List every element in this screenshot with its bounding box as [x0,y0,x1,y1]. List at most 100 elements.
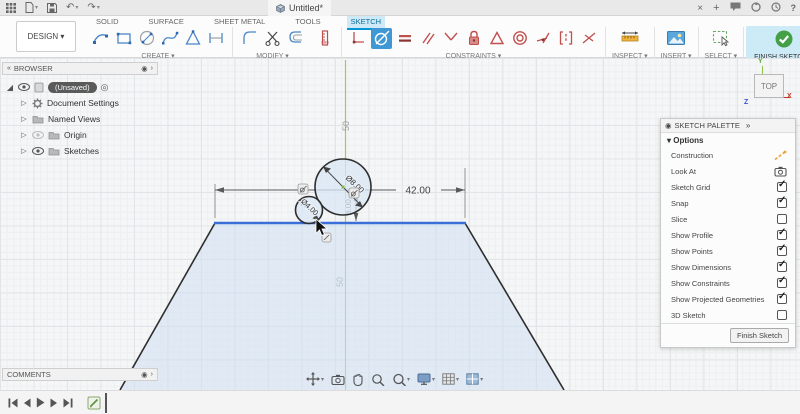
display-settings-icon[interactable]: ▾ [417,373,435,385]
expand-root-icon[interactable]: ◢ [6,83,14,92]
look-at-nav-icon[interactable] [331,374,345,385]
panel-expand-icon[interactable]: › [151,371,153,378]
collinear-constraint-icon[interactable] [555,28,576,49]
checkbox-show-points[interactable] [777,246,787,256]
concentric-constraint-icon[interactable] [509,28,530,49]
expand-icon[interactable]: ▷ [20,147,28,155]
close-tab-icon[interactable]: × [697,3,703,14]
select-icon[interactable] [710,28,731,49]
checkbox-slice[interactable] [777,214,787,224]
timeline-go-start-icon[interactable] [8,398,18,408]
polygon-icon[interactable] [182,28,203,49]
checkbox-show-constraints[interactable] [777,278,787,288]
viewcube-z-axis-label: Z [744,99,748,106]
help-icon[interactable]: ? [791,3,797,13]
zoom-window-icon[interactable]: ▾ [392,373,410,386]
timeline-step-forward-icon[interactable] [50,398,58,408]
tangent-constraint-badge[interactable] [349,188,359,198]
browser-item-document-settings[interactable]: ▷ Document Settings [6,95,158,111]
timeline-position-marker[interactable] [105,393,107,413]
option-label: Show Points [671,247,713,256]
fillet-icon[interactable] [239,28,260,49]
pan-hand-icon[interactable] [352,373,364,386]
viewports-icon[interactable]: ▾ [466,373,483,385]
perpendicular-constraint-icon[interactable] [440,28,461,49]
ground-target-icon[interactable]: ◎ [101,82,109,93]
browser-header[interactable]: « BROWSER ◉ › [2,62,158,75]
panel-collapse-right-icon[interactable]: » [746,121,750,130]
orbit-icon[interactable]: ▾ [306,372,324,386]
checkbox-show-profile[interactable] [777,230,787,240]
design-workspace-menu[interactable]: DESIGN ▾ [16,21,76,52]
symmetry-constraint-icon[interactable] [486,28,507,49]
root-document-name[interactable]: (Unsaved) [48,82,97,93]
comments-title: COMMENTS [7,370,51,379]
group-constraints: CONSTRAINTS ▾ [344,26,603,60]
job-status-icon[interactable] [751,2,761,14]
visibility-eye-icon-off[interactable] [32,131,44,139]
browser-root-row[interactable]: ◢ (Unsaved) ◎ [6,79,158,95]
insert-image-icon[interactable] [666,28,687,49]
midpoint-constraint-icon[interactable] [532,28,553,49]
panel-options-icon[interactable]: ◉ [141,370,148,379]
rectangle-icon[interactable] [113,28,134,49]
expand-icon[interactable]: ▷ [20,99,28,107]
equal-constraint-icon[interactable] [394,28,415,49]
visibility-eye-icon[interactable] [32,147,44,155]
timeline-sketch-feature-icon[interactable] [87,395,102,410]
undo-icon[interactable]: ↶▾ [66,2,78,13]
look-at-icon[interactable] [774,166,787,177]
new-tab-icon[interactable]: + [713,2,719,14]
app-grid-icon[interactable] [6,3,16,13]
document-tab[interactable]: Untitled* [268,0,331,16]
timeline-play-icon[interactable] [36,397,45,408]
expand-icon[interactable]: ▷ [20,131,28,139]
trim-scissors-icon[interactable] [262,28,283,49]
comments-header[interactable]: COMMENTS ◉ › [2,368,158,381]
viewcube[interactable]: TOP [754,74,784,98]
save-icon[interactable] [47,3,57,13]
browser-item-sketches[interactable]: ▷ Sketches [6,143,158,159]
construction-icon[interactable] [774,150,787,161]
notifications-clock-icon[interactable] [771,2,781,14]
finish-sketch-palette-button[interactable]: Finish Sketch [730,328,789,343]
panel-options-icon[interactable]: ◉ [141,64,148,73]
dimension-width-value[interactable]: 42.00 [405,186,430,197]
circle-center-point[interactable] [342,186,345,189]
timeline-step-back-icon[interactable] [23,398,31,408]
tangent-constraint-badge[interactable] [298,184,308,194]
spline-icon[interactable] [159,28,180,49]
grid-settings-icon[interactable]: ▾ [442,373,459,385]
collapse-panel-icon[interactable]: « [7,65,11,72]
expand-icon[interactable]: ▷ [20,115,28,123]
checkbox-3d-sketch[interactable] [777,310,787,320]
file-menu-icon[interactable]: ▾ [25,2,38,13]
checkbox-show-dimensions[interactable] [777,262,787,272]
timeline-go-end-icon[interactable] [63,398,73,408]
sketch-palette-header[interactable]: ◉ SKETCH PALETTE » [661,119,795,133]
visibility-eye-icon[interactable] [18,83,30,91]
offset-icon[interactable] [285,28,306,49]
smooth-constraint-icon[interactable] [578,28,599,49]
line-icon[interactable] [90,28,111,49]
redo-icon[interactable]: ↷▾ [87,2,99,13]
tangent-constraint-icon[interactable] [371,28,392,49]
slot-icon[interactable] [205,28,226,49]
checkbox-snap[interactable] [777,198,787,208]
options-section-header[interactable]: ▾ Options [661,133,795,147]
circle-icon[interactable] [136,28,157,49]
browser-item-origin[interactable]: ▷ Origin [6,127,158,143]
sketch-dimension-icon[interactable]: 999 [314,28,335,49]
panel-expand-icon[interactable]: › [151,65,153,72]
comments-bubble-icon[interactable] [730,2,741,14]
checkbox-show-projected-geometries[interactable] [777,294,787,304]
folder-icon [32,114,44,124]
browser-item-named-views[interactable]: ▷ Named Views [6,111,158,127]
coincident-constraint-icon[interactable] [348,28,369,49]
measure-icon[interactable] [619,28,640,49]
profile-region[interactable] [120,223,564,390]
checkbox-sketch-grid[interactable] [777,182,787,192]
parallel-constraint-icon[interactable] [417,28,438,49]
zoom-icon[interactable] [371,373,385,386]
fix-unfix-constraint-icon[interactable] [463,28,484,49]
